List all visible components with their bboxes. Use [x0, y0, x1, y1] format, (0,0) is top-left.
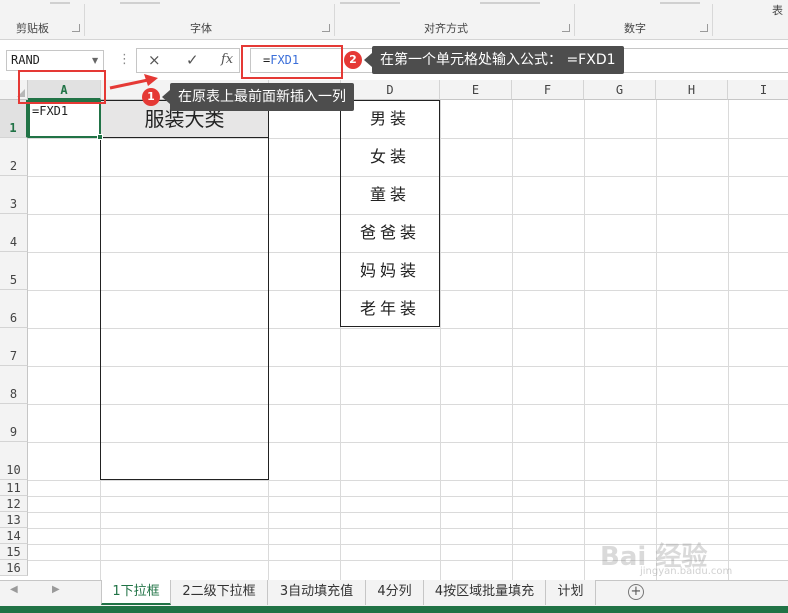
- cell-d2[interactable]: 女装: [340, 138, 440, 176]
- grid-line: [512, 100, 513, 580]
- chevron-down-icon[interactable]: ▼: [92, 56, 98, 65]
- cell-d4[interactable]: 爸爸装: [340, 214, 440, 252]
- ribbon-icon-fragment: [340, 2, 400, 4]
- row-header-14[interactable]: 14: [0, 528, 28, 544]
- tab-sheet-4[interactable]: 4分列: [366, 580, 424, 605]
- tab-sheet-6[interactable]: 计划: [546, 580, 596, 605]
- name-box[interactable]: RAND: [6, 50, 104, 71]
- ribbon-icon-fragment: [480, 2, 540, 4]
- clipboard-launcher-icon[interactable]: [72, 24, 80, 32]
- number-launcher-icon[interactable]: [700, 24, 708, 32]
- grid-line: [28, 480, 788, 481]
- more-vertical-icon[interactable]: ⋮: [118, 52, 131, 67]
- grid-line: [728, 100, 729, 580]
- row-header-6[interactable]: 6: [0, 290, 28, 328]
- cell-d6[interactable]: 老年装: [340, 290, 440, 328]
- add-sheet-icon[interactable]: +: [628, 584, 644, 600]
- ribbon-separator: [334, 4, 335, 36]
- column-header-h[interactable]: H: [656, 80, 728, 100]
- enter-check-icon[interactable]: ✓: [186, 51, 199, 69]
- ribbon-icon-fragment: [50, 2, 70, 4]
- watermark-url: jingyan.baidu.com: [640, 566, 733, 577]
- status-bar: [0, 606, 788, 613]
- cell-d1[interactable]: 男装: [340, 100, 440, 138]
- column-header-i[interactable]: I: [728, 80, 788, 100]
- annotation-highlight-column-a: [18, 70, 106, 104]
- ribbon-icon-fragment: [660, 2, 700, 4]
- column-header-d[interactable]: D: [341, 80, 440, 100]
- annotation-highlight-formula: [241, 45, 343, 79]
- row-header-4[interactable]: 4: [0, 214, 28, 252]
- step-2-badge: 2: [344, 51, 362, 69]
- row-header-7[interactable]: 7: [0, 328, 28, 366]
- row-header-10[interactable]: 10: [0, 442, 28, 480]
- tab-sheet-3[interactable]: 3自动填充值: [268, 580, 366, 605]
- row-header-13[interactable]: 13: [0, 512, 28, 528]
- cancel-icon[interactable]: ×: [148, 51, 161, 69]
- ribbon-separator: [574, 4, 575, 36]
- tab-sheet-5[interactable]: 4按区域批量填充: [424, 580, 546, 605]
- ribbon-separator: [84, 4, 85, 36]
- ribbon-styles-label[interactable]: 表: [772, 2, 783, 18]
- cell-d5[interactable]: 妈妈装: [340, 252, 440, 290]
- row-header-1[interactable]: 1: [0, 100, 28, 138]
- row-header-2[interactable]: 2: [0, 138, 28, 176]
- step-2-callout: 在第一个单元格处输入公式： =FXD1: [364, 46, 624, 74]
- column-header-e[interactable]: E: [440, 80, 512, 100]
- row-header-16[interactable]: 16: [0, 560, 28, 576]
- tab-sheet-1[interactable]: 1下拉框: [101, 580, 171, 605]
- worksheet-grid[interactable]: A B C D E F G H I 1 2 3 4 5 6 7 8 9 10 1…: [0, 80, 788, 580]
- cell-a1-active[interactable]: =FXD1: [28, 100, 101, 138]
- grid-line: [656, 100, 657, 580]
- ribbon-group-clipboard: 剪贴板: [16, 22, 49, 35]
- row-header-8[interactable]: 8: [0, 366, 28, 404]
- prev-sheet-icon[interactable]: ◀: [10, 584, 18, 595]
- row-header-3[interactable]: 3: [0, 176, 28, 214]
- row-header-5[interactable]: 5: [0, 252, 28, 290]
- grid-line: [28, 512, 788, 513]
- ribbon: 剪贴板 字体 对齐方式 数字 表: [0, 0, 788, 40]
- step-1-callout: 在原表上最前面新插入一列: [162, 83, 354, 111]
- row-header-12[interactable]: 12: [0, 496, 28, 512]
- ribbon-group-number: 数字: [624, 22, 646, 35]
- grid-line: [28, 496, 788, 497]
- ribbon-separator: [712, 4, 713, 36]
- ribbon-group-font: 字体: [190, 22, 212, 35]
- ribbon-group-alignment: 对齐方式: [424, 22, 468, 35]
- column-header-f[interactable]: F: [512, 80, 584, 100]
- row-header-15[interactable]: 15: [0, 544, 28, 560]
- column-header-g[interactable]: G: [584, 80, 656, 100]
- cell-d3[interactable]: 童装: [340, 176, 440, 214]
- step-1-badge: 1: [142, 88, 160, 106]
- font-launcher-icon[interactable]: [322, 24, 330, 32]
- next-sheet-icon[interactable]: ▶: [52, 584, 60, 595]
- ribbon-icon-fragment: [120, 2, 160, 4]
- tab-sheet-2[interactable]: 2二级下拉框: [171, 580, 268, 605]
- row-header-11[interactable]: 11: [0, 480, 28, 496]
- alignment-launcher-icon[interactable]: [562, 24, 570, 32]
- grid-line: [584, 100, 585, 580]
- row-header-9[interactable]: 9: [0, 404, 28, 442]
- fill-handle[interactable]: [97, 134, 103, 140]
- grid-line: [440, 100, 441, 580]
- grid-line: [28, 528, 788, 529]
- category-range-border: [100, 100, 269, 480]
- insert-function-icon[interactable]: fx: [221, 52, 233, 67]
